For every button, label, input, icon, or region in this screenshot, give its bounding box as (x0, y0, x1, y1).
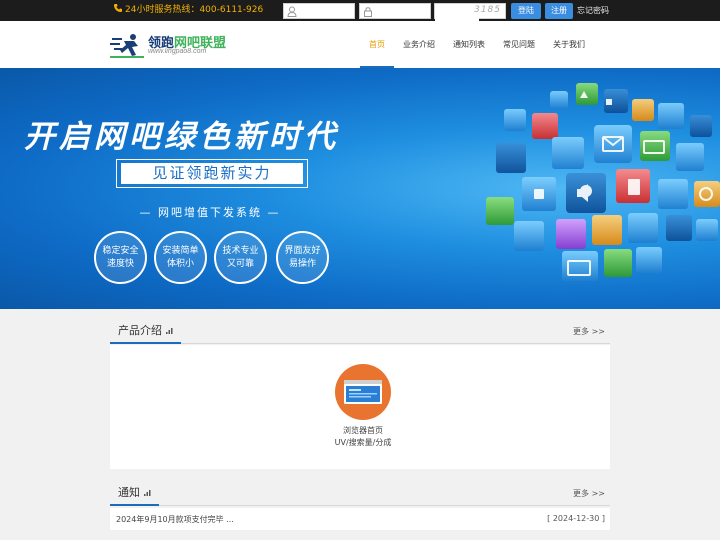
login-button[interactable]: 登陆 (511, 3, 541, 19)
banner-title: 开启网吧绿色新时代 (24, 119, 339, 155)
notices-section-title: 通知 (110, 482, 159, 506)
product-name: 浏览器首页 (343, 426, 383, 435)
captcha-field[interactable]: 3185 (434, 3, 506, 22)
main-nav: 首页 业务介绍 通知列表 常见问题 关于我们 (360, 21, 594, 68)
notices-section-header: 通知 更多 >> (110, 482, 610, 506)
hotline-text: 24小时服务热线：400-6111-926 (125, 5, 264, 15)
bar-chart-icon (144, 490, 151, 496)
product-metric: UV/搜索量/分成 (334, 438, 392, 447)
notices-title-text: 通知 (118, 486, 140, 499)
banner-tagline: — 网吧增值下发系统 — (139, 206, 281, 219)
feature-circle-tech: 技术专业 又可靠 (214, 231, 267, 284)
bar-chart-icon (166, 328, 173, 334)
top-bar: 24小时服务热线：400-6111-926 3185 登陆 注册 忘记密码 (0, 0, 720, 22)
products-title-text: 产品介绍 (118, 324, 162, 337)
notice-date: [ 2024-12-30 ] (547, 514, 605, 523)
register-button[interactable]: 注册 (545, 3, 573, 19)
products-section-header: 产品介绍 更多 >> (110, 320, 610, 344)
notices-more-link[interactable]: 更多 >> (573, 488, 605, 499)
feature-circle-stable: 稳定安全 速度快 (94, 231, 147, 284)
products-section-title: 产品介绍 (110, 320, 181, 344)
app-cubes-graphic (486, 83, 720, 281)
logo[interactable]: 领跑网吧联盟 www.lingpao8.com (108, 32, 226, 60)
user-icon (287, 6, 297, 17)
runner-logo-icon (110, 34, 144, 58)
service-hotline: 24小时服务热线：400-6111-926 (113, 3, 263, 17)
password-field[interactable] (359, 3, 431, 22)
forgot-password-link[interactable]: 忘记密码 (577, 5, 609, 16)
nav-item-business[interactable]: 业务介绍 (394, 21, 444, 68)
notice-item[interactable]: 2024年9月10月款项支付完毕 ... [ 2024-12-30 ] (110, 508, 610, 530)
logo-url: www.lingpao8.com (148, 48, 207, 55)
banner-subtitle-box: 见证领跑新实力 (116, 159, 308, 188)
banner-subtitle: 见证领跑新实力 (121, 163, 303, 184)
products-more-link[interactable]: 更多 >> (573, 326, 605, 337)
feature-circle-ui: 界面友好 易操作 (276, 231, 329, 284)
captcha-input[interactable] (435, 7, 479, 22)
username-field[interactable] (283, 3, 355, 22)
browser-window-icon (335, 364, 391, 420)
feature-circle-install: 安装简单 体积小 (154, 231, 207, 284)
phone-icon (114, 4, 122, 12)
nav-item-faq[interactable]: 常见问题 (494, 21, 544, 68)
nav-item-home[interactable]: 首页 (360, 21, 394, 68)
site-header: 领跑网吧联盟 www.lingpao8.com 首页 业务介绍 通知列表 常见问… (0, 21, 720, 68)
nav-item-about[interactable]: 关于我们 (544, 21, 594, 68)
browser-screen-graphic (344, 380, 382, 404)
captcha-code[interactable]: 3185 (474, 5, 501, 15)
nav-item-notices[interactable]: 通知列表 (444, 21, 494, 68)
hero-banner[interactable]: 开启网吧绿色新时代 见证领跑新实力 — 网吧增值下发系统 — 稳定安全 速度快 … (0, 68, 720, 309)
lock-icon (364, 7, 372, 17)
product-item-browser-home[interactable]: 浏览器首页 UV/搜索量/分成 (321, 364, 405, 449)
notice-title[interactable]: 2024年9月10月款项支付完毕 ... (116, 514, 234, 525)
